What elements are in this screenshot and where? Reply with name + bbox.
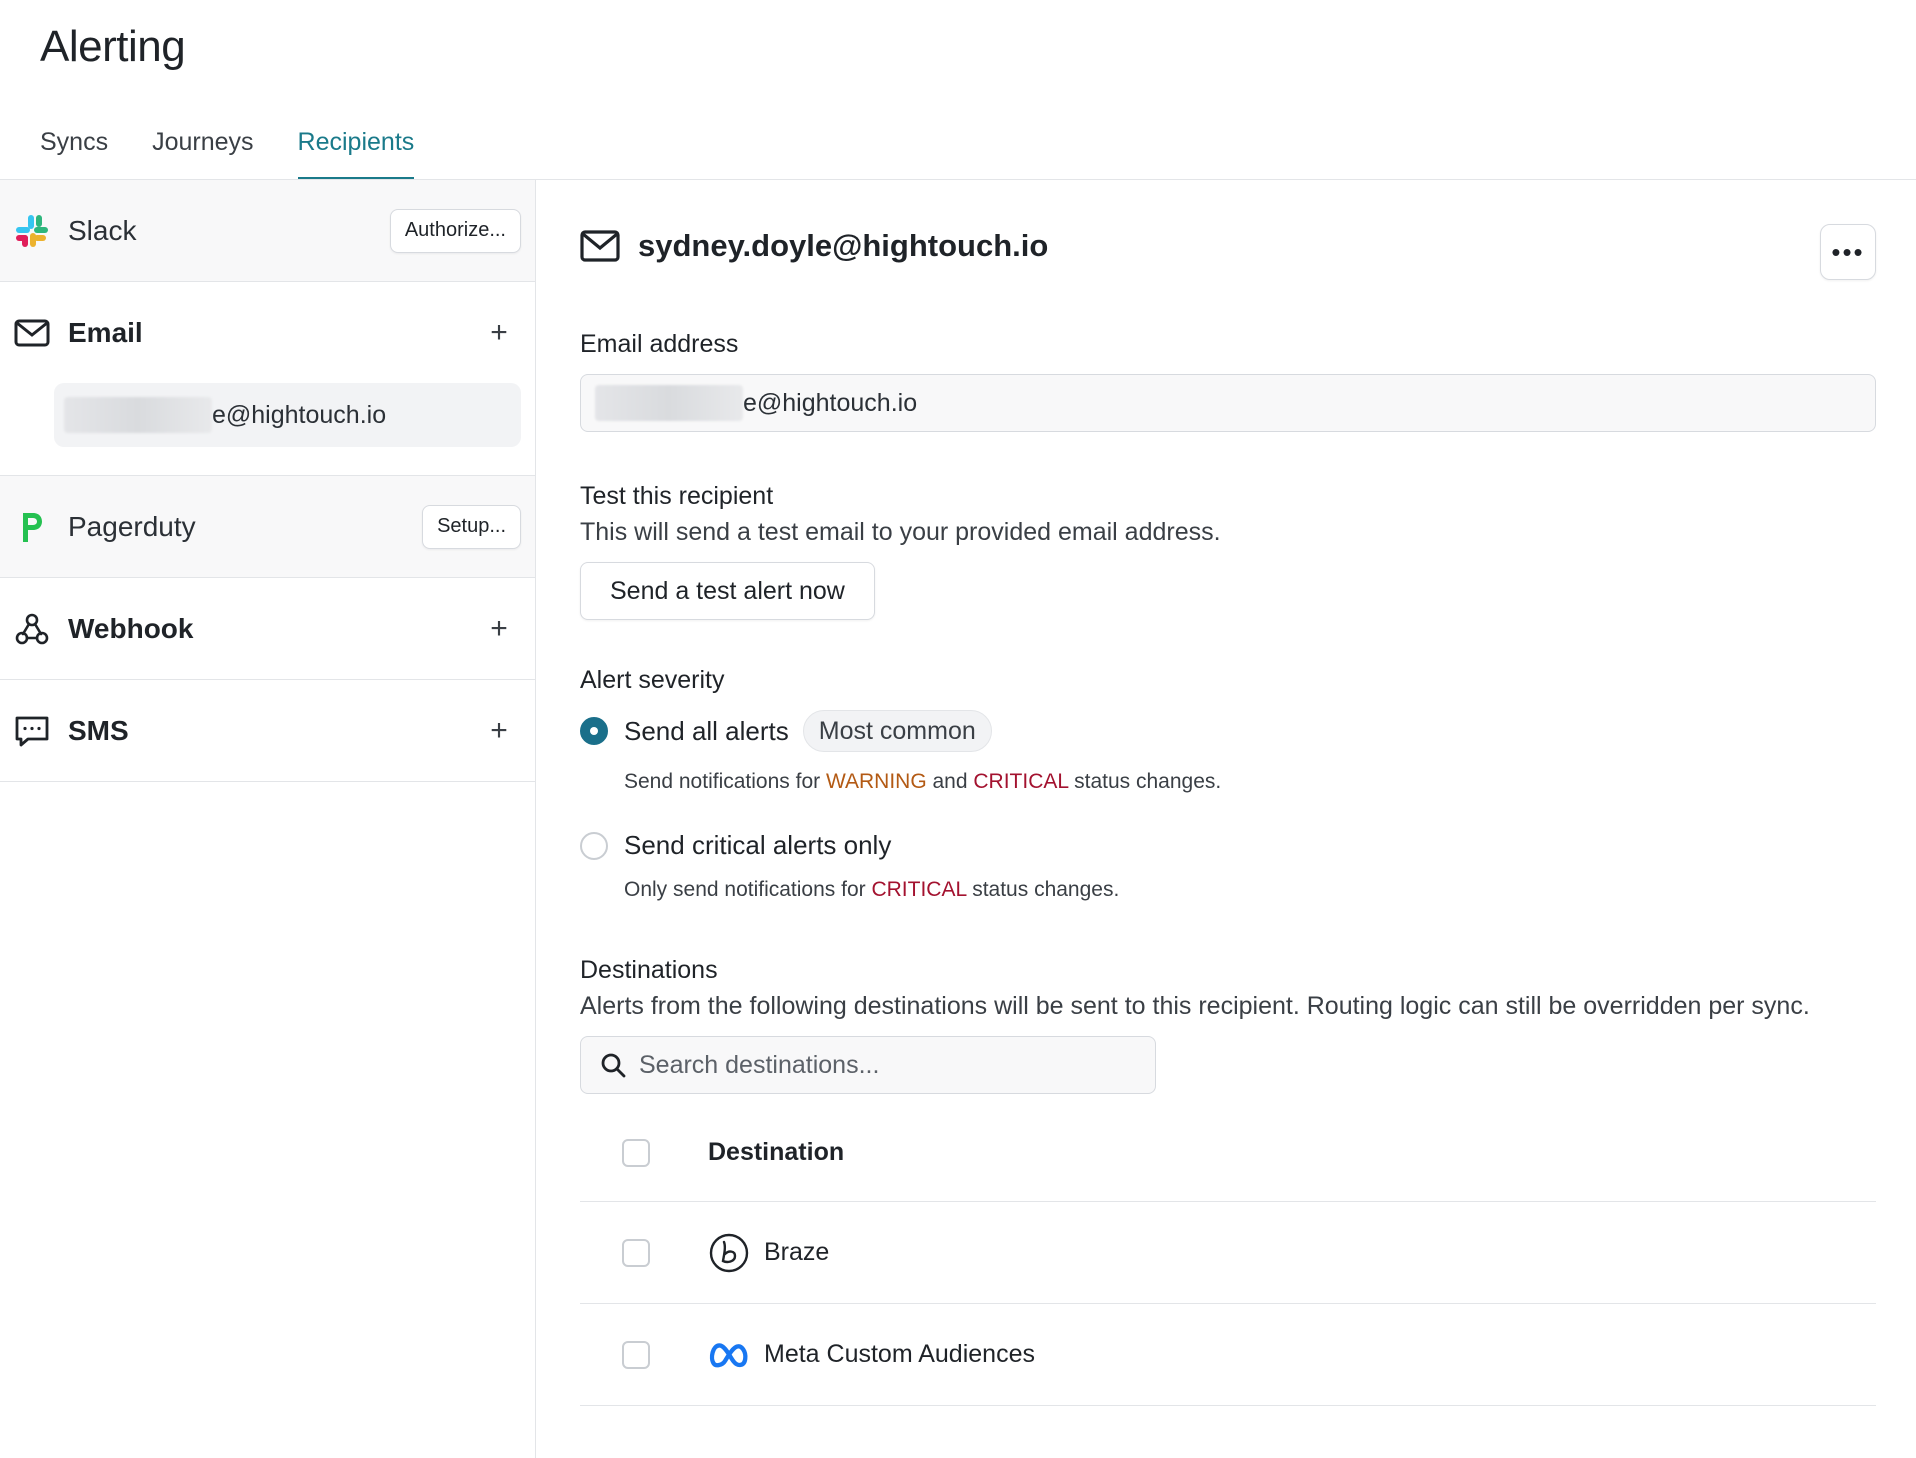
add-sms-button[interactable]: +	[481, 714, 517, 748]
severity-option-label: Send all alerts	[624, 715, 789, 746]
table-header-row: Destination	[580, 1104, 1876, 1202]
add-email-button[interactable]: +	[481, 316, 517, 350]
email-recipient-item[interactable]: e@hightouch.io	[54, 383, 521, 447]
severity-option-critical[interactable]: Send critical alerts only	[580, 830, 891, 861]
destination-name: Braze	[764, 1238, 830, 1266]
critical-text: CRITICAL	[973, 770, 1069, 793]
page-title: Alerting	[40, 22, 186, 71]
redacted-text	[595, 385, 743, 421]
search-placeholder: Search destinations...	[639, 1050, 880, 1079]
alert-severity-label: Alert severity	[580, 666, 725, 694]
channel-label-slack: Slack	[68, 214, 137, 246]
desc-text: Send notifications for	[624, 770, 826, 793]
desc-text: and	[926, 770, 974, 793]
pagerduty-icon	[14, 509, 50, 545]
column-header-destination: Destination	[708, 1138, 845, 1166]
destination-name: Meta Custom Audiences	[764, 1340, 1035, 1368]
channel-email: Email + e@hightouch.io	[0, 282, 535, 476]
search-icon	[601, 1053, 626, 1078]
tab-journeys[interactable]: Journeys	[152, 128, 253, 180]
mail-icon	[580, 230, 620, 262]
most-common-badge: Most common	[802, 710, 992, 752]
desc-text: Only send notifications for	[624, 878, 872, 901]
channel-label-webhook: Webhook	[68, 612, 194, 644]
more-options-button[interactable]: •••	[1820, 224, 1876, 280]
tab-bar: Syncs Journeys Recipients	[40, 128, 415, 180]
severity-option-description: Send notifications for WARNING and CRITI…	[624, 770, 1221, 794]
channel-webhook: Webhook +	[0, 578, 535, 680]
severity-option-all[interactable]: Send all alerts Most common	[580, 710, 992, 752]
channel-sidebar: Slack Authorize... Email + e@hightouch.i…	[0, 180, 536, 1458]
warning-text: WARNING	[825, 770, 927, 793]
channel-label-pagerduty: Pagerduty	[68, 510, 196, 542]
severity-option-description: Only send notifications for CRITICAL sta…	[624, 878, 1119, 902]
destinations-label: Destinations	[580, 956, 718, 984]
severity-option-label: Send critical alerts only	[624, 830, 892, 860]
desc-text: status changes.	[966, 878, 1120, 901]
test-recipient-label: Test this recipient	[580, 482, 774, 510]
webhook-icon	[14, 611, 50, 647]
redacted-text	[64, 397, 212, 433]
row-checkbox[interactable]	[622, 1340, 650, 1369]
email-address-label: Email address	[580, 330, 739, 358]
email-address-input[interactable]: e@hightouch.io	[580, 374, 1876, 432]
mail-icon	[14, 315, 50, 351]
recipient-header: sydney.doyle@hightouch.io	[580, 228, 1048, 264]
table-row[interactable]: Meta Custom Audiences	[580, 1304, 1876, 1406]
search-destinations-input[interactable]: Search destinations...	[580, 1036, 1156, 1094]
send-test-alert-button[interactable]: Send a test alert now	[580, 562, 875, 620]
add-webhook-button[interactable]: +	[481, 612, 517, 646]
table-row[interactable]: Braze	[580, 1202, 1876, 1304]
critical-text: CRITICAL	[871, 878, 967, 901]
radio-send-critical-only[interactable]	[580, 831, 608, 860]
destinations-description: Alerts from the following destinations w…	[580, 992, 1810, 1020]
pagerduty-setup-button[interactable]: Setup...	[422, 504, 521, 549]
destinations-table: Destination Braze Meta Custom Audiences	[580, 1104, 1876, 1406]
channel-pagerduty: Pagerduty Setup...	[0, 476, 535, 578]
tab-recipients[interactable]: Recipients	[297, 128, 415, 180]
message-icon	[14, 713, 50, 749]
recipient-title: sydney.doyle@hightouch.io	[638, 228, 1049, 263]
slack-authorize-button[interactable]: Authorize...	[389, 208, 521, 253]
desc-text: status changes.	[1068, 770, 1222, 793]
channel-sms: SMS +	[0, 680, 535, 782]
tab-syncs[interactable]: Syncs	[40, 128, 108, 180]
channel-label-sms: SMS	[68, 714, 129, 746]
meta-icon	[708, 1334, 750, 1376]
braze-icon	[708, 1232, 750, 1274]
radio-send-all-alerts[interactable]	[580, 717, 608, 745]
select-all-checkbox[interactable]	[622, 1138, 650, 1167]
channel-slack: Slack Authorize...	[0, 180, 535, 282]
test-recipient-description: This will send a test email to your prov…	[580, 518, 1221, 546]
slack-icon	[14, 213, 50, 249]
email-address-value: e@hightouch.io	[743, 388, 918, 417]
channel-label-email: Email	[68, 316, 143, 348]
email-recipient-label: e@hightouch.io	[212, 400, 387, 429]
row-checkbox[interactable]	[622, 1238, 650, 1267]
